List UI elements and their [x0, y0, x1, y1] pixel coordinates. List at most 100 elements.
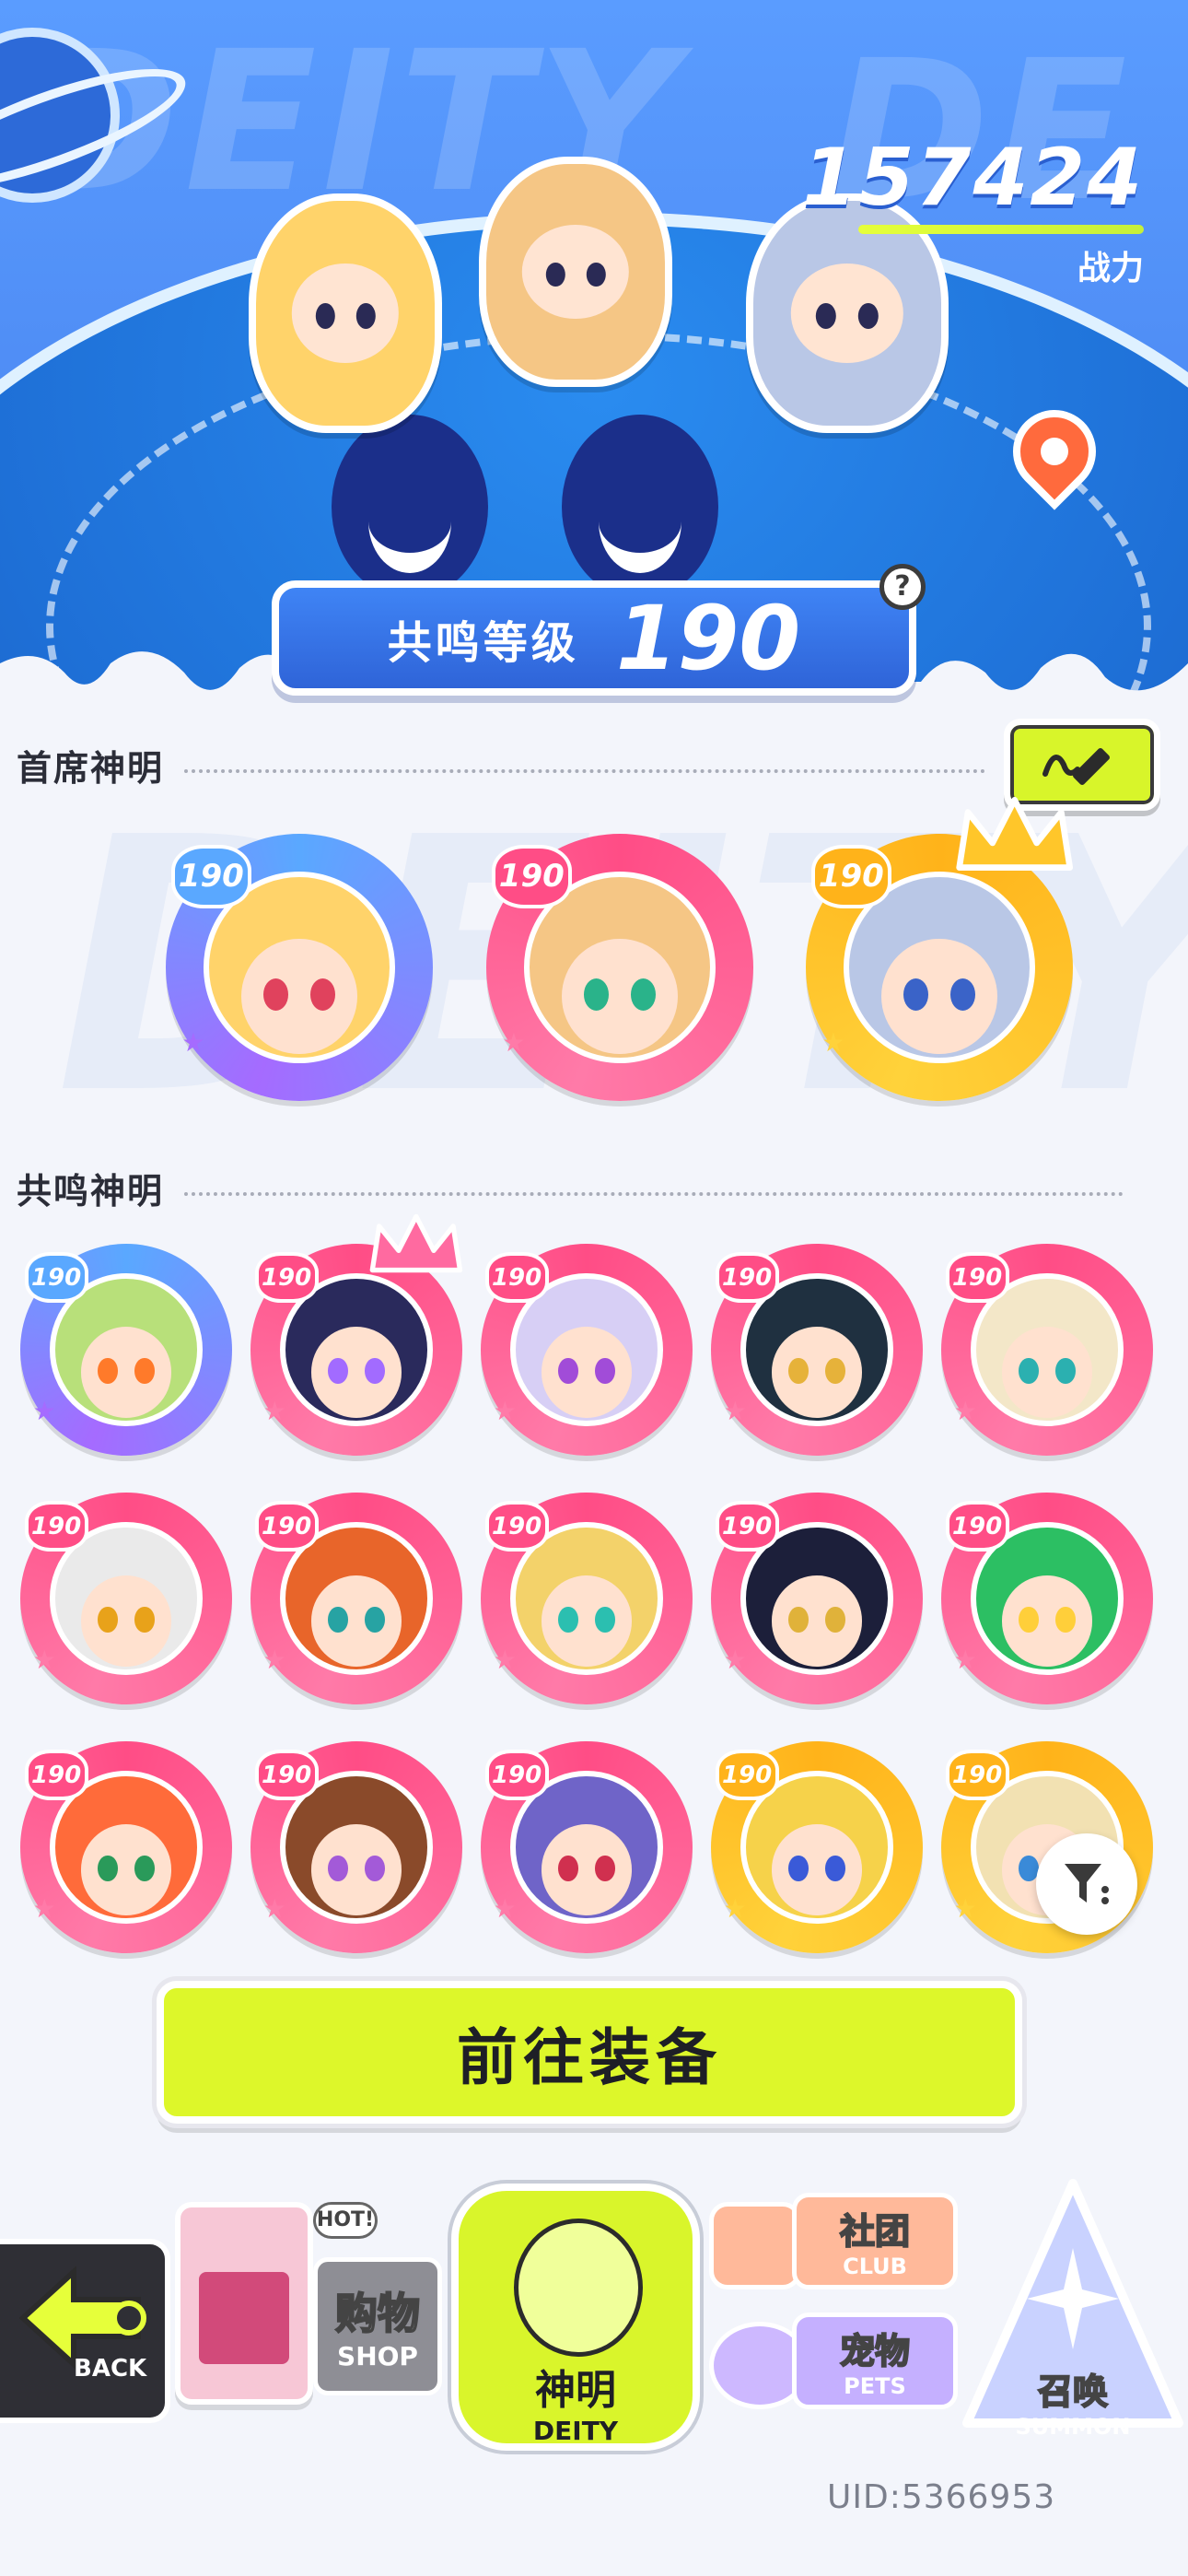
chief-deity-badge[interactable]: ★ 190	[166, 834, 433, 1101]
resonance-deity-badge[interactable]: ★ 190	[20, 1741, 232, 1953]
shop-label-cn: 购物	[334, 2288, 421, 2339]
star-icon: ★	[32, 1645, 56, 1676]
deity-level-badge: 190	[24, 1750, 88, 1801]
resonance-deity-divider	[184, 1192, 1124, 1196]
star-icon: ★	[262, 1893, 286, 1925]
star-icon: ★	[493, 1645, 517, 1676]
filter-button[interactable]	[1036, 1833, 1137, 1935]
deity-level-value: 190	[498, 858, 565, 896]
star-icon: ★	[262, 1645, 286, 1676]
deity-level-value: 190	[261, 1761, 312, 1789]
deity-label-cn: 神明	[535, 2367, 616, 2414]
go-equip-label: 前往装备	[457, 2021, 722, 2093]
deity-level-value: 190	[721, 1512, 773, 1540]
nav-shop[interactable]: HOT! 购物 SHOP	[175, 2165, 451, 2423]
resonance-deity-badge[interactable]: ★ 190	[711, 1493, 923, 1704]
deity-tab-bg: 神明 DEITY	[451, 2184, 700, 2451]
uid-text: UID:5366953	[827, 2478, 1056, 2516]
resonance-deity-badge[interactable]: ★ 190	[481, 1244, 693, 1456]
star-icon: ★	[32, 1396, 56, 1427]
deity-level-badge: 190	[491, 844, 572, 909]
resonance-level-label: 共鸣等级	[387, 616, 579, 669]
go-equip-button[interactable]: 前往装备	[157, 1981, 1022, 2124]
nav-club[interactable]: 社团 CLUB	[709, 2193, 967, 2294]
deity-level-badge: 190	[945, 1252, 1009, 1304]
shop-label-box: 购物 SHOP	[313, 2257, 442, 2395]
resonance-deity-badge[interactable]: ★ 190	[250, 1493, 462, 1704]
crown-icon	[955, 796, 1073, 871]
back-label: BACK	[74, 2355, 147, 2383]
deity-level-badge: 190	[945, 1501, 1009, 1552]
deity-label-en: DEITY	[532, 2416, 619, 2446]
deity-level-value: 190	[30, 1761, 82, 1789]
deity-level-badge: 190	[170, 844, 251, 909]
star-icon: ★	[502, 1026, 526, 1058]
back-button[interactable]: BACK	[0, 2239, 170, 2423]
combat-power: 157424 战力	[802, 138, 1144, 289]
combat-power-label: 战力	[1077, 250, 1144, 287]
star-icon: ★	[723, 1645, 747, 1676]
resonance-deity-badge[interactable]: ★ 190	[481, 1741, 693, 1953]
summon-label-cn: 召唤	[1037, 2371, 1109, 2413]
deity-level-badge: 190	[484, 1501, 549, 1552]
deity-level-value: 190	[261, 1512, 312, 1540]
pets-label-en: PETS	[844, 2373, 906, 2399]
deity-level-value: 190	[951, 1512, 1003, 1540]
deity-level-badge: 190	[254, 1750, 319, 1801]
planet-eye-right	[562, 415, 718, 599]
deity-level-value: 190	[951, 1263, 1003, 1292]
club-bag-icon	[709, 2202, 801, 2289]
deity-level-value: 190	[818, 858, 884, 896]
resonance-deity-badge[interactable]: ★ 190	[250, 1213, 462, 1456]
resonance-deity-title: 共鸣神明	[17, 1171, 165, 1212]
deity-level-badge: 190	[715, 1750, 779, 1801]
shop-hot-badge: HOT!	[313, 2202, 378, 2239]
resonance-deity-badge[interactable]: ★ 190	[250, 1741, 462, 1953]
resonance-deity-badge[interactable]: ★ 190	[20, 1493, 232, 1704]
chief-deity-badge[interactable]: ★ 190	[806, 796, 1073, 1101]
team-character-1[interactable]	[249, 193, 442, 433]
club-label-cn: 社团	[839, 2210, 911, 2253]
star-icon: ★	[262, 1396, 286, 1427]
chief-deity-title: 首席神明	[17, 748, 165, 789]
club-label-box: 社团 CLUB	[792, 2193, 958, 2289]
star-icon: ★	[493, 1893, 517, 1925]
nav-pets[interactable]: 宠物 PETS	[709, 2313, 967, 2423]
star-icon: ★	[953, 1645, 977, 1676]
deity-level-value: 190	[721, 1263, 773, 1292]
star-icon: ★	[32, 1893, 56, 1925]
deity-level-value: 190	[30, 1512, 82, 1540]
deity-level-badge: 190	[254, 1501, 319, 1552]
resonance-level-value: 190	[615, 586, 801, 690]
resonance-deity-badge[interactable]: ★ 190	[941, 1244, 1153, 1456]
nav-summon[interactable]: 召唤 SUMMON	[958, 2174, 1188, 2441]
combat-power-underline	[858, 225, 1144, 234]
deity-level-badge: 190	[484, 1252, 549, 1304]
resonance-deity-badge[interactable]: ★ 190	[711, 1741, 923, 1953]
star-icon: ★	[723, 1396, 747, 1427]
combat-power-value: 157424	[801, 132, 1144, 224]
team-character-2[interactable]	[479, 157, 672, 387]
deity-level-badge: 190	[715, 1501, 779, 1552]
deity-level-value: 190	[491, 1761, 542, 1789]
star-icon: ★	[953, 1396, 977, 1427]
resonance-deity-badge[interactable]: ★ 190	[481, 1493, 693, 1704]
shop-label-en: SHOP	[337, 2341, 418, 2371]
resonance-deity-badge[interactable]: ★ 190	[20, 1244, 232, 1456]
deity-level-badge: 190	[24, 1252, 88, 1304]
resonance-level-panel[interactable]: 共鸣等级 190	[272, 580, 916, 696]
vending-machine-icon	[175, 2202, 313, 2405]
deity-level-value: 190	[721, 1761, 773, 1789]
deity-level-badge: 190	[484, 1750, 549, 1801]
resonance-deity-badge[interactable]: ★ 190	[941, 1493, 1153, 1704]
deity-level-badge: 190	[715, 1252, 779, 1304]
help-icon[interactable]: ?	[879, 564, 926, 610]
pets-label-box: 宠物 PETS	[792, 2313, 958, 2409]
nav-deity[interactable]: 神明 DEITY	[451, 2184, 700, 2451]
resonance-deity-badge[interactable]: ★ 190	[711, 1244, 923, 1456]
star-icon: ★	[723, 1893, 747, 1925]
crown-icon	[369, 1213, 462, 1273]
deity-mascot-icon	[514, 2219, 643, 2357]
deity-level-value: 190	[951, 1761, 1003, 1789]
chief-deity-badge[interactable]: ★ 190	[486, 834, 753, 1101]
